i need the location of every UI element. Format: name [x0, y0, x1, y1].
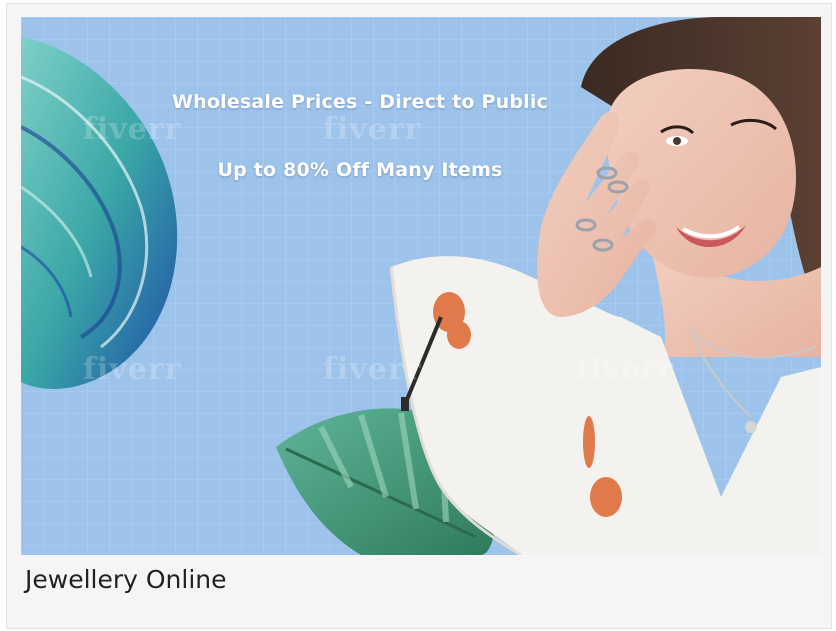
product-card[interactable]: fiverr fiverr fiverr fiverr fiverr Whole…	[6, 3, 832, 629]
watermark: fiverr	[83, 112, 182, 147]
watermark: fiverr	[323, 112, 422, 147]
watermark: fiverr	[83, 352, 182, 387]
banner-subline: Up to 80% Off Many Items	[217, 159, 503, 181]
watermark: fiverr	[323, 352, 422, 387]
watermark: fiverr	[576, 352, 675, 387]
banner-headline: Wholesale Prices - Direct to Public	[171, 91, 549, 113]
banner-image[interactable]: fiverr fiverr fiverr fiverr fiverr Whole…	[21, 17, 821, 555]
card-title[interactable]: Jewellery Online	[25, 565, 227, 594]
